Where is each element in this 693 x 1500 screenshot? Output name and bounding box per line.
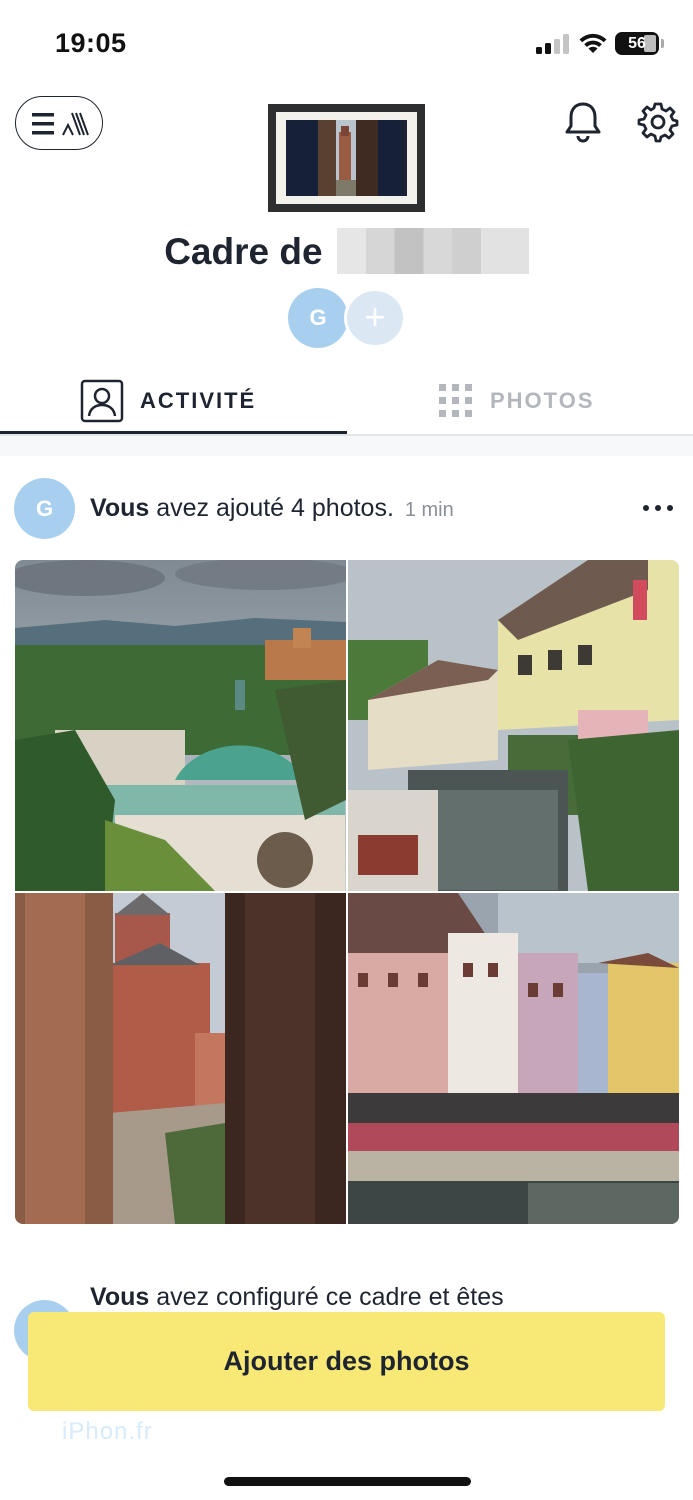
- battery-icon: 56: [615, 32, 659, 55]
- activity-action: avez ajouté 4 photos.: [156, 494, 394, 522]
- activity-actor: Vous: [90, 494, 150, 522]
- photo-thumbnail[interactable]: [348, 893, 679, 1224]
- more-options-icon[interactable]: [640, 498, 676, 518]
- photo-grid: [15, 560, 679, 1224]
- activity-avatar: G: [14, 478, 75, 539]
- watermark: iPhon.fr: [62, 1418, 153, 1445]
- frame-title-prefix: Cadre de: [164, 231, 323, 272]
- frame-owner-name-redacted: [336, 228, 529, 274]
- cellular-signal-icon: [536, 34, 570, 54]
- activity-text: Vous avez configuré ce cadre et êtes: [90, 1283, 504, 1312]
- activity-actor: Vous: [90, 1283, 150, 1311]
- photo-thumbnail[interactable]: [15, 560, 346, 891]
- add-member-button[interactable]: +: [344, 288, 406, 348]
- status-bar: 19:05 56: [0, 0, 693, 80]
- menu-logo-icon: [32, 112, 89, 136]
- bell-icon[interactable]: [563, 100, 603, 144]
- activity-text: Vous avez ajouté 4 photos. 1 min: [90, 494, 454, 523]
- frame-title: Cadre de: [0, 228, 693, 274]
- activity-action: avez configuré ce cadre et êtes: [156, 1283, 504, 1311]
- tab-activity[interactable]: ACTIVITÉ: [80, 368, 256, 434]
- gear-icon[interactable]: [637, 101, 679, 143]
- member-avatar[interactable]: G: [288, 288, 348, 348]
- battery-tip: [661, 39, 664, 48]
- frame-preview[interactable]: [268, 104, 425, 212]
- tab-photos[interactable]: PHOTOS: [438, 368, 595, 434]
- activity-time: 1 min: [404, 499, 454, 521]
- tab-activity-label: ACTIVITÉ: [140, 388, 257, 413]
- photo-thumbnail[interactable]: [15, 893, 346, 1224]
- battery-level: 56: [628, 35, 646, 52]
- clock: 19:05: [55, 28, 127, 58]
- add-photos-button[interactable]: Ajouter des photos: [28, 1312, 665, 1411]
- tab-photos-label: PHOTOS: [490, 388, 595, 413]
- wifi-icon: [579, 33, 607, 53]
- feed-top-shade: [0, 436, 693, 456]
- photo-thumbnail[interactable]: [348, 560, 679, 891]
- grid-icon: [439, 384, 472, 417]
- person-icon: [80, 379, 124, 423]
- home-indicator[interactable]: [224, 1477, 471, 1486]
- frame-preview-photo: [286, 120, 407, 196]
- menu-button[interactable]: [15, 96, 103, 150]
